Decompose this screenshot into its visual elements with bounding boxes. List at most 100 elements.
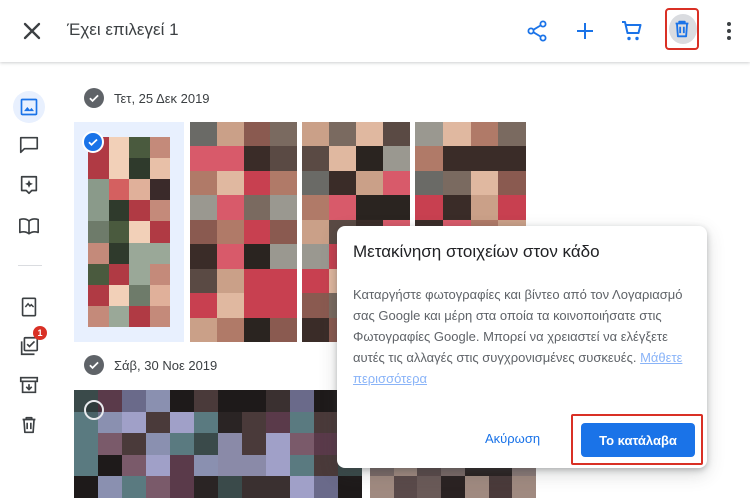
- photo-pixel: [243, 146, 271, 171]
- photo-pixel: [108, 263, 129, 285]
- photo-pixel: [302, 219, 329, 245]
- add-icon[interactable]: [569, 15, 601, 47]
- photo-thumbnail[interactable]: [190, 122, 297, 342]
- confirm-button[interactable]: Το κατάλαβα: [581, 423, 695, 457]
- photo-pixel: [170, 454, 194, 477]
- photo-pixel: [98, 454, 122, 477]
- photo-pixel: [216, 122, 244, 147]
- date-group-header: Τετ, 25 Δεκ 2019: [84, 88, 210, 108]
- archive-icon[interactable]: [13, 369, 45, 401]
- photo-pixel: [218, 476, 242, 498]
- photo-pixel: [441, 476, 465, 498]
- photo-pixel: [129, 200, 150, 222]
- photo-pixel: [122, 454, 146, 477]
- photo-pixel: [190, 244, 217, 269]
- photo-pixel: [383, 146, 410, 171]
- photo-pixel: [129, 305, 150, 327]
- photo-pixel: [370, 476, 394, 498]
- photo-pixel: [108, 200, 129, 222]
- photo-pixel: [194, 476, 218, 498]
- photo-pixel: [216, 170, 244, 196]
- select-photo-checkbox[interactable]: [84, 400, 104, 420]
- photo-pixel: [98, 476, 122, 498]
- photo-pixel: [243, 244, 271, 269]
- photo-pixel: [88, 200, 109, 222]
- photo-pixel: [270, 170, 297, 196]
- photo-pixel: [290, 411, 314, 434]
- photo-pixel: [88, 158, 109, 180]
- photo-book-icon[interactable]: [13, 291, 45, 323]
- photo-pixel: [149, 263, 170, 285]
- photo-pixel: [146, 454, 170, 477]
- photo-pixel: [329, 170, 356, 196]
- trash-icon[interactable]: [13, 409, 45, 441]
- select-group-checkbox[interactable]: [84, 355, 104, 375]
- photo-pixel: [329, 122, 356, 147]
- photo-pixel: [470, 170, 499, 196]
- photo-pixel: [216, 219, 244, 245]
- photo-pixel: [314, 390, 338, 412]
- more-vert-icon[interactable]: [713, 15, 745, 47]
- dialog-body: Καταργήστε φωτογραφίες και βίντεο από το…: [353, 284, 689, 389]
- photo-pixel: [393, 476, 418, 498]
- assistant-icon[interactable]: [13, 169, 45, 201]
- date-label: Σάβ, 30 Νοε 2019: [114, 357, 218, 373]
- photo-pixel: [243, 268, 271, 294]
- delete-button[interactable]: [665, 8, 699, 50]
- photo-pixel: [218, 411, 242, 434]
- photo-pixel: [415, 195, 443, 220]
- photo-pixel: [122, 411, 146, 434]
- photo-thumbnail[interactable]: [74, 390, 362, 498]
- select-group-checkbox[interactable]: [84, 88, 104, 108]
- photo-pixel: [243, 293, 271, 318]
- photo-pixel: [216, 293, 244, 318]
- photo-pixel: [498, 170, 526, 196]
- photo-pixel: [442, 170, 471, 196]
- photo-pixel: [314, 411, 338, 434]
- photo-pixel: [314, 454, 338, 477]
- photo-pixel: [194, 411, 218, 434]
- photo-pixel: [270, 195, 297, 220]
- photo-pixel: [498, 146, 526, 171]
- photo-pixel: [149, 179, 170, 201]
- utilities-icon[interactable]: 1: [13, 326, 47, 362]
- date-group-header: Σάβ, 30 Νοε 2019: [84, 355, 217, 375]
- photo-pixel: [74, 433, 98, 455]
- photo-pixel: [108, 284, 129, 306]
- photo-pixel: [170, 411, 194, 434]
- photo-pixel: [470, 195, 499, 220]
- photo-pixel: [190, 122, 217, 147]
- close-icon[interactable]: [18, 17, 46, 45]
- photo-pixel: [338, 476, 362, 498]
- photo-pixel: [170, 390, 194, 412]
- photo-pixel: [149, 305, 170, 327]
- photo-pixel: [356, 122, 383, 147]
- photo-pixel: [74, 454, 98, 477]
- selected-check-icon[interactable]: [82, 131, 104, 153]
- cancel-button[interactable]: Ακύρωση: [485, 431, 540, 446]
- photo-pixel: [129, 263, 150, 285]
- photo-pixel: [242, 390, 266, 412]
- share-icon[interactable]: [521, 15, 553, 47]
- photo-pixel: [383, 195, 410, 220]
- photo-pixel: [415, 122, 443, 147]
- photo-pixel: [146, 390, 170, 412]
- photo-pixel: [108, 137, 129, 159]
- photo-pixel: [266, 390, 290, 412]
- photo-pixel: [270, 268, 297, 294]
- photo-pixel: [383, 170, 410, 196]
- photo-pixel: [190, 317, 217, 342]
- photo-pixel: [270, 122, 297, 147]
- photo-pixel: [498, 122, 526, 147]
- photo-thumbnail[interactable]: [88, 137, 170, 327]
- sharing-icon[interactable]: [13, 129, 45, 161]
- photo-pixel: [302, 122, 329, 147]
- photo-pixel: [417, 476, 442, 498]
- photos-icon[interactable]: [13, 91, 45, 123]
- albums-icon[interactable]: [13, 210, 45, 242]
- selection-count-title: Έχει επιλεγεί 1: [67, 20, 179, 39]
- cart-icon[interactable]: [616, 15, 648, 47]
- photo-pixel: [122, 476, 146, 498]
- photo-pixel: [146, 411, 170, 434]
- photo-pixel: [270, 146, 297, 171]
